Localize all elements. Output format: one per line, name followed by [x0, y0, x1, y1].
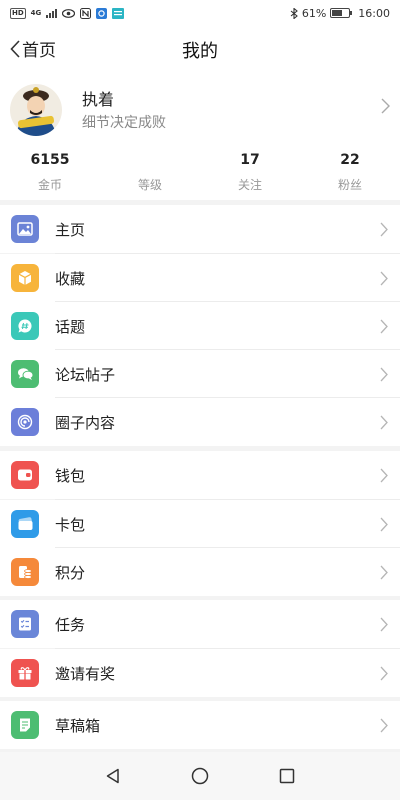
- eye-icon: [62, 8, 76, 18]
- menu-item-invite-rewards[interactable]: 邀请有奖: [0, 649, 400, 697]
- menu-label: 圈子内容: [55, 413, 116, 432]
- app-notify-icon: [96, 7, 108, 19]
- page-title: 我的: [182, 41, 218, 62]
- stat-value: 6155: [30, 152, 70, 168]
- stat-value: 22: [340, 152, 360, 168]
- clock: 16:00: [358, 6, 390, 20]
- profile-card[interactable]: 执着 细节决定成败 6155 金币 等级 17 关注 22 粉丝: [0, 72, 400, 200]
- home-nav-button[interactable]: [180, 756, 220, 796]
- menu-item-circle-content[interactable]: 圈子内容: [0, 398, 400, 446]
- menu-item-card-wallet[interactable]: 卡包: [0, 500, 400, 548]
- hd-indicator: HD: [10, 7, 26, 19]
- box-icon: [11, 264, 39, 292]
- stat-coins[interactable]: 6155 金币: [0, 152, 100, 193]
- stat-label: 粉丝: [337, 178, 362, 192]
- chevron-right-icon: [380, 565, 388, 579]
- chevron-right-icon: [380, 319, 388, 333]
- chevron-right-icon: [380, 468, 388, 482]
- user-name: 执着: [82, 90, 115, 109]
- menu-item-drafts[interactable]: 草稿箱: [0, 701, 400, 749]
- menu-item-points[interactable]: 积分: [0, 548, 400, 596]
- network-type: 4G: [30, 9, 42, 17]
- card-icon: [11, 510, 39, 538]
- task-list-icon: [11, 610, 39, 638]
- chevron-right-icon: [380, 617, 388, 631]
- stat-label: 等级: [137, 178, 162, 192]
- system-nav-bar: [0, 752, 400, 800]
- recents-nav-button[interactable]: [267, 756, 307, 796]
- menu-item-wallet[interactable]: 钱包: [0, 451, 400, 499]
- stats-row: 6155 金币 等级 17 关注 22 粉丝: [0, 152, 400, 193]
- menu-item-favorites[interactable]: 收藏: [0, 254, 400, 302]
- chevron-right-icon: [380, 271, 388, 285]
- chevron-right-icon: [380, 415, 388, 429]
- menu-item-forum-posts[interactable]: 论坛帖子: [0, 350, 400, 398]
- stat-value: [100, 152, 200, 172]
- chevron-right-icon: [380, 517, 388, 531]
- stat-label: 关注: [237, 178, 262, 192]
- chat-bubbles-icon: [11, 360, 39, 388]
- coins-icon: [11, 558, 39, 586]
- chevron-right-icon: [381, 98, 390, 114]
- draft-icon: [11, 711, 39, 739]
- menu-label: 主页: [55, 220, 86, 239]
- nfc-icon: [80, 7, 92, 19]
- menu-label: 收藏: [55, 269, 86, 288]
- chevron-right-icon: [380, 222, 388, 236]
- menu-label: 卡包: [55, 515, 86, 534]
- stat-label: 金币: [37, 178, 62, 192]
- stat-following[interactable]: 17 关注: [200, 152, 300, 193]
- spiral-icon: [11, 408, 39, 436]
- menu-label: 草稿箱: [55, 716, 101, 735]
- chevron-right-icon: [380, 718, 388, 732]
- hashtag-bubble-icon: [11, 312, 39, 340]
- nav-bar: 首页 我的: [0, 26, 400, 72]
- menu-label: 话题: [55, 317, 86, 336]
- stat-level[interactable]: 等级: [100, 152, 200, 193]
- stat-value: 17: [240, 152, 260, 168]
- menu-item-homepage[interactable]: 主页: [0, 205, 400, 253]
- back-nav-button[interactable]: [93, 756, 133, 796]
- stat-followers[interactable]: 22 粉丝: [300, 152, 400, 193]
- avatar-image: [10, 84, 62, 136]
- gift-icon: [11, 659, 39, 687]
- chevron-right-icon: [380, 367, 388, 381]
- status-right: 61% 16:00: [290, 7, 390, 20]
- status-bar: HD 4G 61% 16:00: [0, 0, 400, 26]
- status-left: HD 4G: [10, 7, 125, 19]
- app-notify-icon-2: [112, 7, 125, 19]
- circle-home-icon: [191, 767, 209, 785]
- triangle-back-icon: [107, 768, 120, 784]
- menu-label: 邀请有奖: [55, 664, 116, 683]
- menu-label: 论坛帖子: [55, 365, 116, 384]
- wallet-icon: [11, 461, 39, 489]
- bluetooth-icon: [290, 7, 298, 19]
- battery-icon: [330, 8, 353, 18]
- signal-icon: [46, 8, 58, 18]
- menu-item-topics[interactable]: 话题: [0, 302, 400, 350]
- image-icon: [11, 215, 39, 243]
- avatar[interactable]: [10, 84, 62, 136]
- menu-item-tasks[interactable]: 任务: [0, 600, 400, 648]
- square-recents-icon: [279, 768, 294, 784]
- battery-percent: 61%: [301, 6, 327, 20]
- user-signature: 细节决定成败: [82, 115, 166, 131]
- menu-label: 积分: [55, 563, 86, 582]
- chevron-right-icon: [380, 666, 388, 680]
- menu-label: 任务: [55, 615, 86, 634]
- menu-label: 钱包: [55, 466, 86, 485]
